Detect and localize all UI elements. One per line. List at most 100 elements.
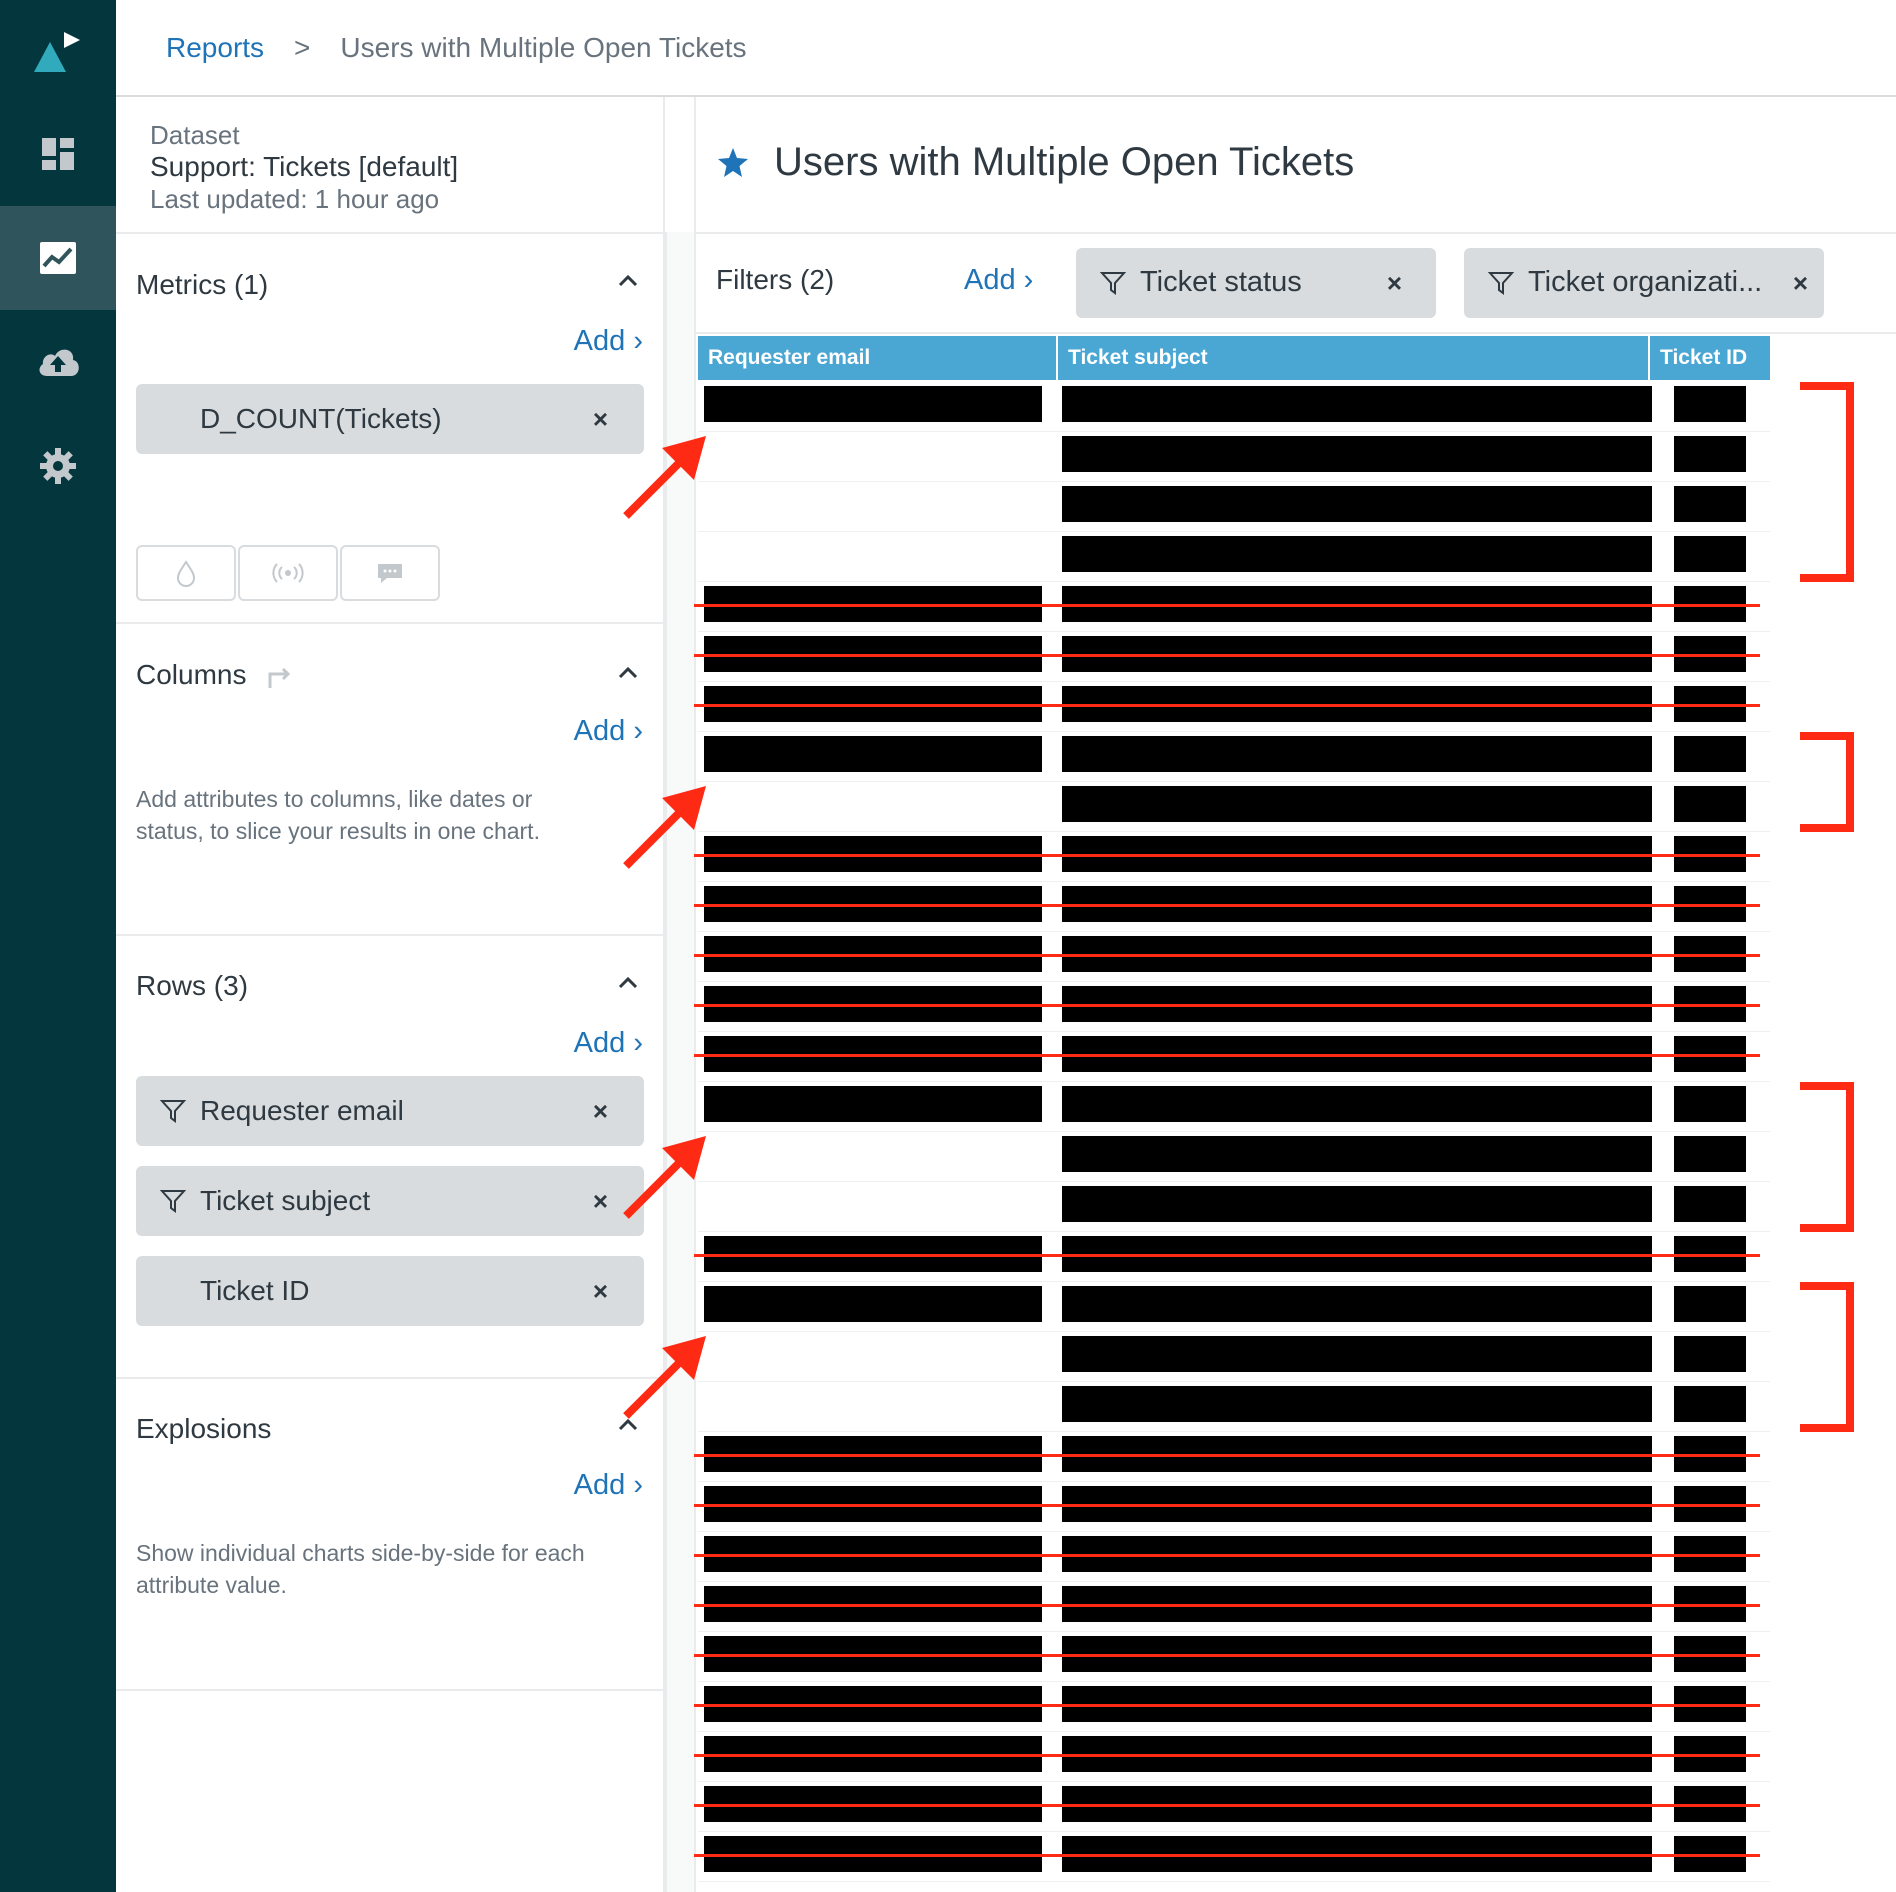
table-row[interactable] (698, 1382, 1770, 1432)
chat-bubble-icon (378, 564, 402, 583)
filters-add-link[interactable]: Add › (964, 264, 1033, 297)
remove-row-icon[interactable]: × (593, 1096, 608, 1127)
gear-icon (40, 448, 76, 484)
table-row[interactable] (694, 1432, 1770, 1482)
logo-icon[interactable] (30, 28, 86, 78)
strikethrough-line (694, 1754, 1760, 1757)
redacted-subject-cell (1062, 536, 1652, 572)
redacted-subject-cell (1062, 1136, 1652, 1172)
chevron-up-icon[interactable] (616, 663, 640, 681)
remove-row-icon[interactable]: × (593, 1186, 608, 1217)
table-row[interactable] (698, 1332, 1770, 1382)
table-row[interactable] (694, 832, 1770, 882)
report-title-text[interactable]: Users with Multiple Open Tickets (774, 140, 1354, 185)
annotation-arrow (623, 1336, 706, 1419)
remove-metric-icon[interactable]: × (593, 404, 608, 435)
row-pill-label: Ticket ID (200, 1275, 310, 1306)
filter-icon (1488, 272, 1514, 295)
table-row[interactable] (698, 782, 1770, 832)
filter-icon (160, 1100, 186, 1123)
redacted-subject-cell (1062, 436, 1652, 472)
remove-row-icon[interactable]: × (593, 1276, 608, 1307)
metrics-title: Metrics (1) (136, 269, 269, 300)
dataset-name[interactable]: Support: Tickets [default] (150, 151, 458, 183)
redacted-id-cell (1674, 1086, 1746, 1122)
metrics-add-link[interactable]: Add › (574, 325, 643, 358)
remove-filter-icon[interactable]: × (1387, 268, 1402, 299)
table-row[interactable] (694, 1232, 1770, 1282)
filter-chip-ticket-status[interactable]: Ticket status × (1076, 248, 1436, 318)
table-row[interactable] (694, 882, 1770, 932)
annotation-arrow (623, 786, 706, 869)
table-row[interactable] (698, 1282, 1770, 1332)
table-row[interactable] (694, 582, 1770, 632)
table-row[interactable] (694, 932, 1770, 982)
remove-filter-icon[interactable]: × (1793, 268, 1808, 299)
redacted-id-cell (1674, 1186, 1746, 1222)
nav-settings[interactable] (0, 414, 116, 518)
table-row[interactable] (694, 1532, 1770, 1582)
chevron-up-icon[interactable] (616, 973, 640, 991)
table-row[interactable] (694, 1782, 1770, 1832)
color-button[interactable] (136, 545, 236, 601)
column-header-requester-email[interactable]: Requester email (698, 336, 1056, 380)
table-row[interactable] (698, 532, 1770, 582)
breadcrumb: Reports > Users with Multiple Open Ticke… (116, 0, 1896, 97)
breadcrumb-reports-link[interactable]: Reports (166, 32, 264, 64)
chevron-up-icon[interactable] (616, 271, 640, 289)
column-header-ticket-subject[interactable]: Ticket subject (1058, 336, 1648, 380)
row-pill-requester-email[interactable]: Requester email × (136, 1076, 644, 1146)
tooltip-button[interactable] (340, 545, 440, 601)
columns-title: Columns (136, 659, 294, 692)
table-row[interactable] (698, 1132, 1770, 1182)
metric-pill[interactable]: D_COUNT(Tickets) × (136, 384, 644, 454)
explosions-add-link[interactable]: Add › (574, 1469, 643, 1502)
table-row[interactable] (694, 1632, 1770, 1682)
table-row[interactable] (698, 732, 1770, 782)
divider (116, 934, 665, 936)
strikethrough-line (694, 954, 1760, 957)
row-pill-ticket-subject[interactable]: Ticket subject × (136, 1166, 644, 1236)
table-row[interactable] (698, 482, 1770, 532)
redacted-subject-cell (1062, 1086, 1652, 1122)
nav-reports[interactable] (0, 206, 116, 310)
table-row[interactable] (694, 1682, 1770, 1732)
signal-button[interactable] (238, 545, 338, 601)
report-title: Users with Multiple Open Tickets (716, 140, 1354, 185)
table-row[interactable] (698, 1082, 1770, 1132)
nav-dashboard[interactable] (0, 102, 116, 206)
columns-add-link[interactable]: Add › (574, 715, 643, 748)
filter-icon (1100, 272, 1126, 295)
redacted-id-cell (1674, 386, 1746, 422)
redacted-id-cell (1674, 436, 1746, 472)
strikethrough-line (694, 1554, 1760, 1557)
redacted-id-cell (1674, 1136, 1746, 1172)
row-pill-label: Requester email (200, 1095, 404, 1126)
table-row[interactable] (698, 432, 1770, 482)
swap-icon[interactable] (264, 662, 294, 692)
table-row[interactable] (694, 1732, 1770, 1782)
table-row[interactable] (694, 682, 1770, 732)
annotation-bracket (1800, 1082, 1854, 1232)
column-header-ticket-id[interactable]: Ticket ID (1650, 336, 1770, 380)
table-row[interactable] (694, 1582, 1770, 1632)
nav-upload[interactable] (0, 310, 116, 414)
table-row[interactable] (698, 1182, 1770, 1232)
table-row[interactable] (694, 1032, 1770, 1082)
table-row[interactable] (694, 632, 1770, 682)
table-row[interactable] (698, 382, 1770, 432)
row-pill-ticket-id[interactable]: Ticket ID × (136, 1256, 644, 1326)
rows-add-link[interactable]: Add › (574, 1027, 643, 1060)
annotation-bracket (1800, 382, 1854, 582)
divider (696, 332, 1896, 334)
redacted-subject-cell (1062, 1186, 1652, 1222)
table-row[interactable] (694, 1832, 1770, 1882)
strikethrough-line (694, 1704, 1760, 1707)
star-icon[interactable] (716, 146, 750, 180)
table-row[interactable] (694, 1482, 1770, 1532)
filter-chip-ticket-organization[interactable]: Ticket organizati... × (1464, 248, 1824, 318)
table-row[interactable] (694, 982, 1770, 1032)
redacted-subject-cell (1062, 1386, 1652, 1422)
divider (116, 1377, 665, 1379)
redacted-subject-cell (1062, 736, 1652, 772)
